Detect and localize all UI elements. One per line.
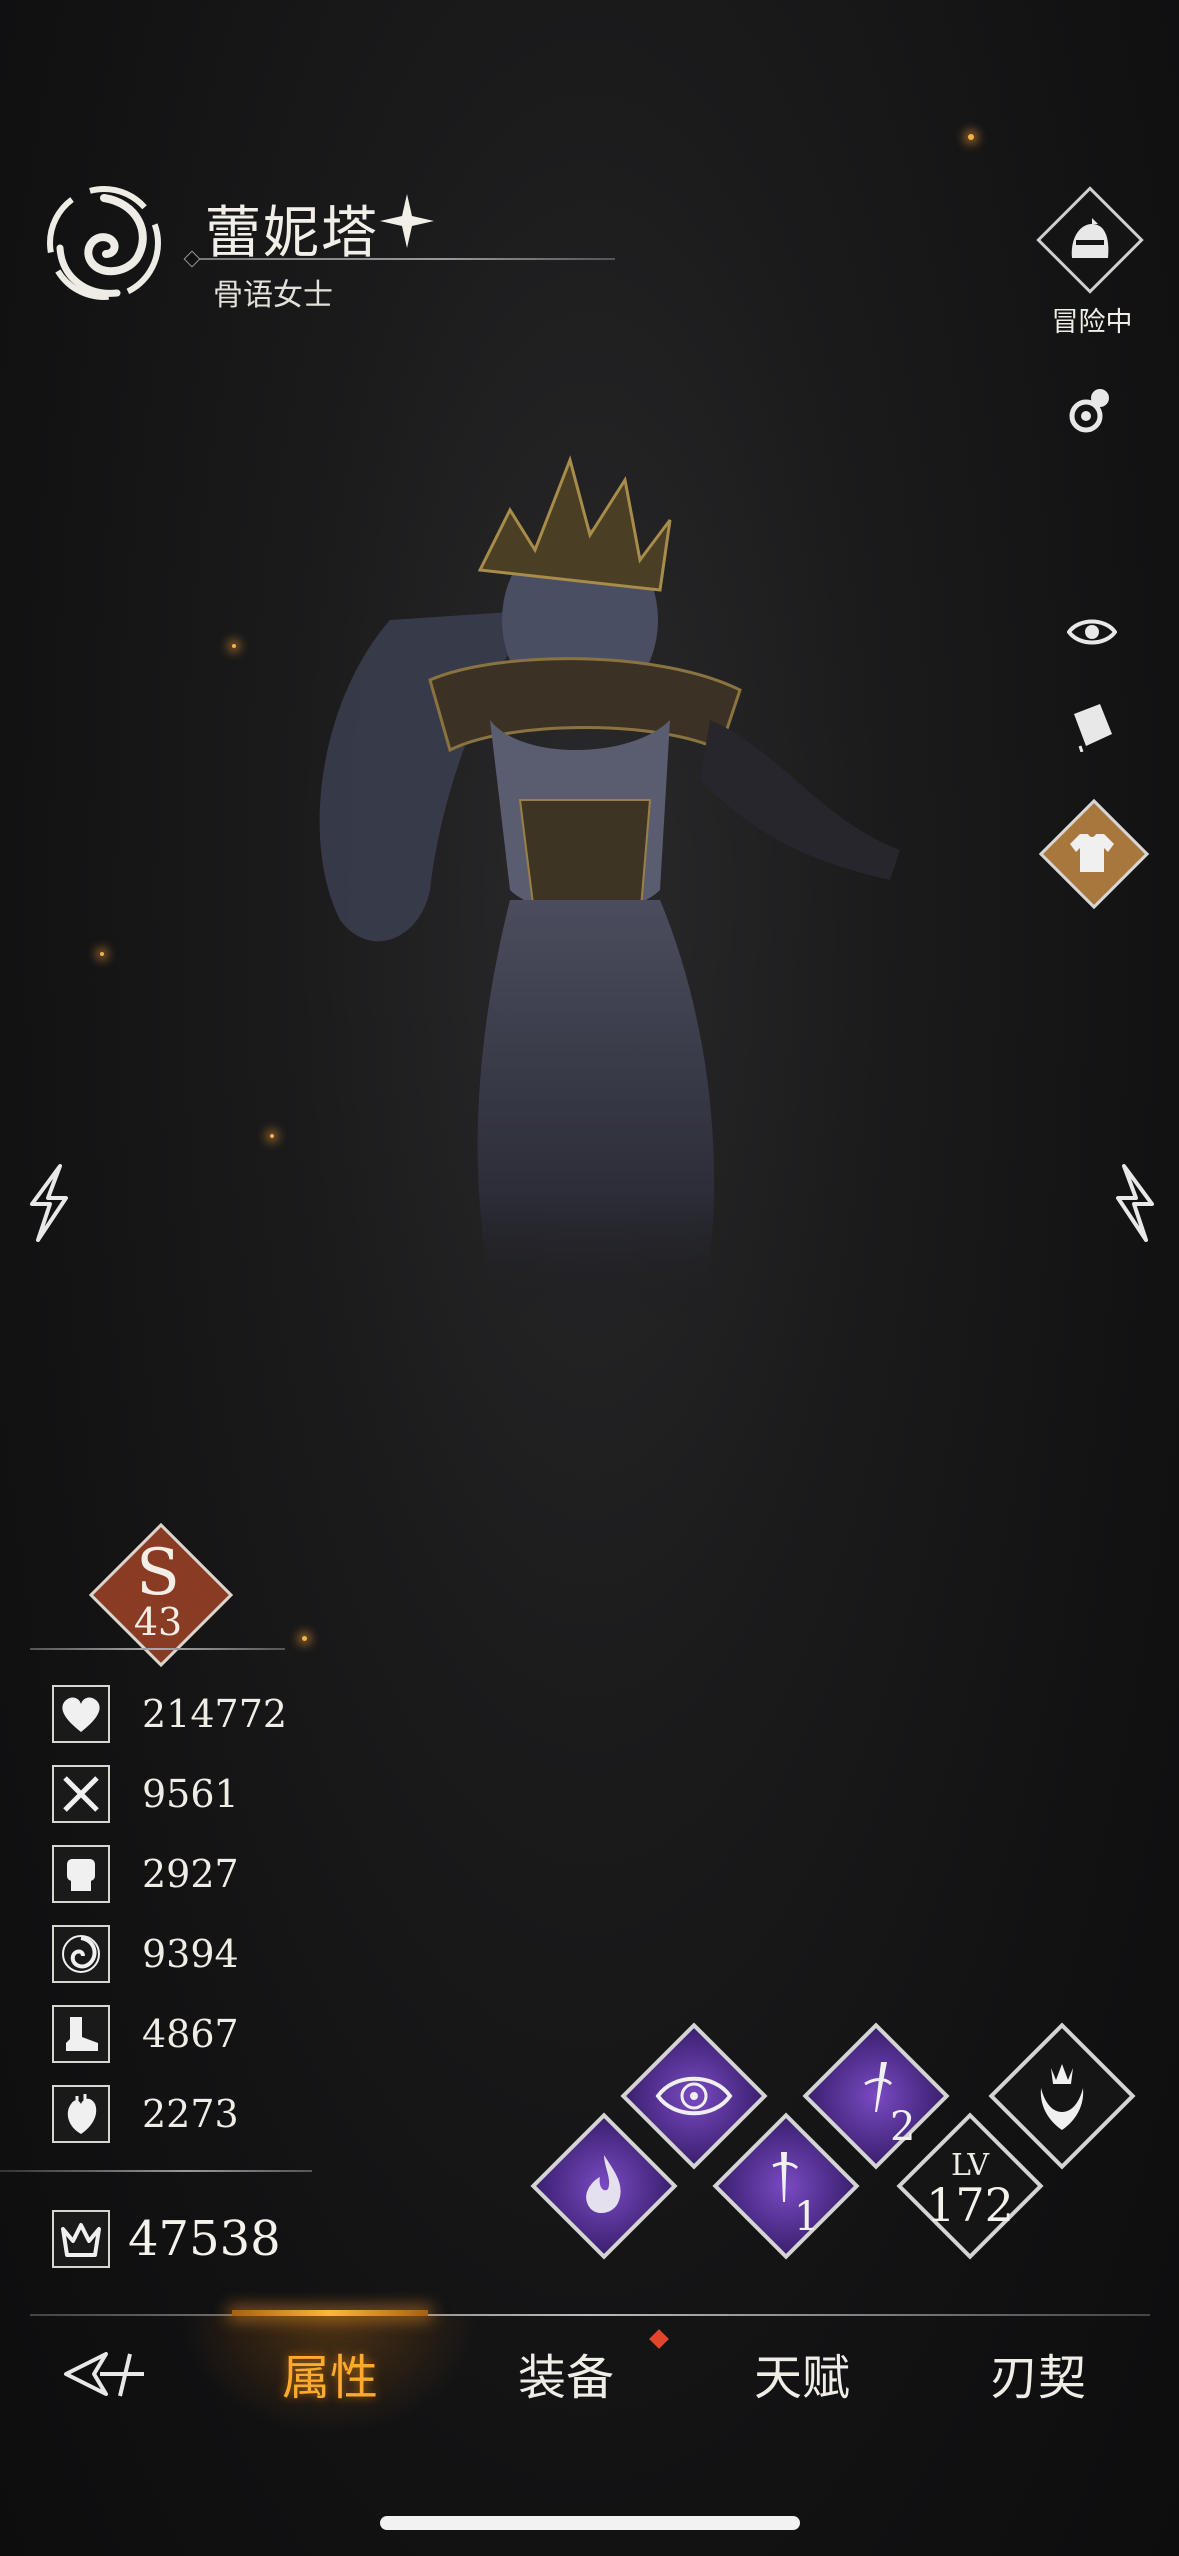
level-value: 172 <box>926 2178 1014 2232</box>
book-icon <box>1074 704 1112 752</box>
adventure-status-label: 冒险中 <box>1051 307 1133 338</box>
eye-icon <box>1067 619 1117 645</box>
crown-icon <box>52 2210 110 2268</box>
knight-helmet-icon <box>1071 218 1109 258</box>
crescent-crown-icon <box>1040 2064 1084 2130</box>
outfit-button[interactable] <box>1038 798 1150 910</box>
stats-divider <box>0 2170 312 2172</box>
prev-character-arrow-icon[interactable] <box>20 1158 80 1248</box>
ember-particle <box>968 134 974 140</box>
stat-row-attack: 9561 <box>52 1762 239 1826</box>
pacifier-button[interactable] <box>1060 378 1124 442</box>
pacifier-icon <box>1069 389 1109 433</box>
stat-value: 9561 <box>142 1772 239 1816</box>
rank-divider <box>30 1648 285 1650</box>
heart-icon <box>52 1685 110 1743</box>
shirt-icon <box>1070 834 1114 872</box>
character-title: 骨语女士 <box>213 278 333 313</box>
tab-attributes[interactable]: 属性 <box>230 2338 430 2408</box>
stat-row-defense: 2927 <box>52 1842 239 1906</box>
skill-ultimate[interactable] <box>982 2016 1142 2176</box>
view-toggle-button[interactable] <box>1060 600 1124 664</box>
stat-value: 9394 <box>142 1932 239 1976</box>
back-icon[interactable] <box>60 2340 150 2410</box>
combat-power-row: 47538 <box>52 2210 281 2268</box>
home-indicator[interactable] <box>380 2516 800 2530</box>
stat-value: 2273 <box>142 2092 239 2136</box>
ember-particle <box>302 1636 307 1641</box>
rank-badge[interactable]: S 43 <box>88 1522 234 1668</box>
rank-letter: S <box>136 1536 180 1610</box>
stat-value: 214772 <box>142 1692 288 1736</box>
tab-talent[interactable]: 天赋 <box>702 2338 902 2408</box>
stat-value: 4867 <box>142 2012 239 2056</box>
skill-slot-badge: 1 <box>794 2194 820 2240</box>
crossed-swords-icon <box>52 1765 110 1823</box>
name-divider-ornament <box>183 250 201 268</box>
stat-row-magic: 9394 <box>52 1922 239 1986</box>
character-name: 蕾妮塔 <box>205 201 379 266</box>
anatomical-heart-icon <box>52 2085 110 2143</box>
ember-particle <box>100 952 104 956</box>
combat-power-value: 47538 <box>128 2211 281 2267</box>
stat-row-vitality: 2273 <box>52 2082 239 2146</box>
star-sparkle-icon <box>380 194 434 248</box>
rank-level: 43 <box>133 1600 183 1644</box>
ember-particle <box>232 644 236 648</box>
stat-value: 2927 <box>142 1852 239 1896</box>
nav-active-indicator <box>232 2310 428 2316</box>
next-character-arrow-icon[interactable] <box>1104 1158 1164 1248</box>
nav-divider <box>30 2314 1150 2316</box>
name-divider <box>190 258 615 260</box>
fist-icon <box>52 1845 110 1903</box>
swirl-icon <box>52 1925 110 1983</box>
class-emblem-icon <box>47 186 161 300</box>
boot-icon <box>52 2005 110 2063</box>
adventure-status-button[interactable]: 冒险中 <box>1036 186 1144 338</box>
character-model[interactable] <box>280 420 920 1380</box>
stat-row-hp: 214772 <box>52 1682 287 1746</box>
stat-row-speed: 4867 <box>52 2002 239 2066</box>
archive-button[interactable] <box>1060 694 1124 758</box>
ember-particle <box>270 1134 274 1138</box>
tab-blade-pact[interactable]: 刃契 <box>938 2338 1138 2408</box>
tab-equipment[interactable]: 装备 <box>466 2338 666 2408</box>
